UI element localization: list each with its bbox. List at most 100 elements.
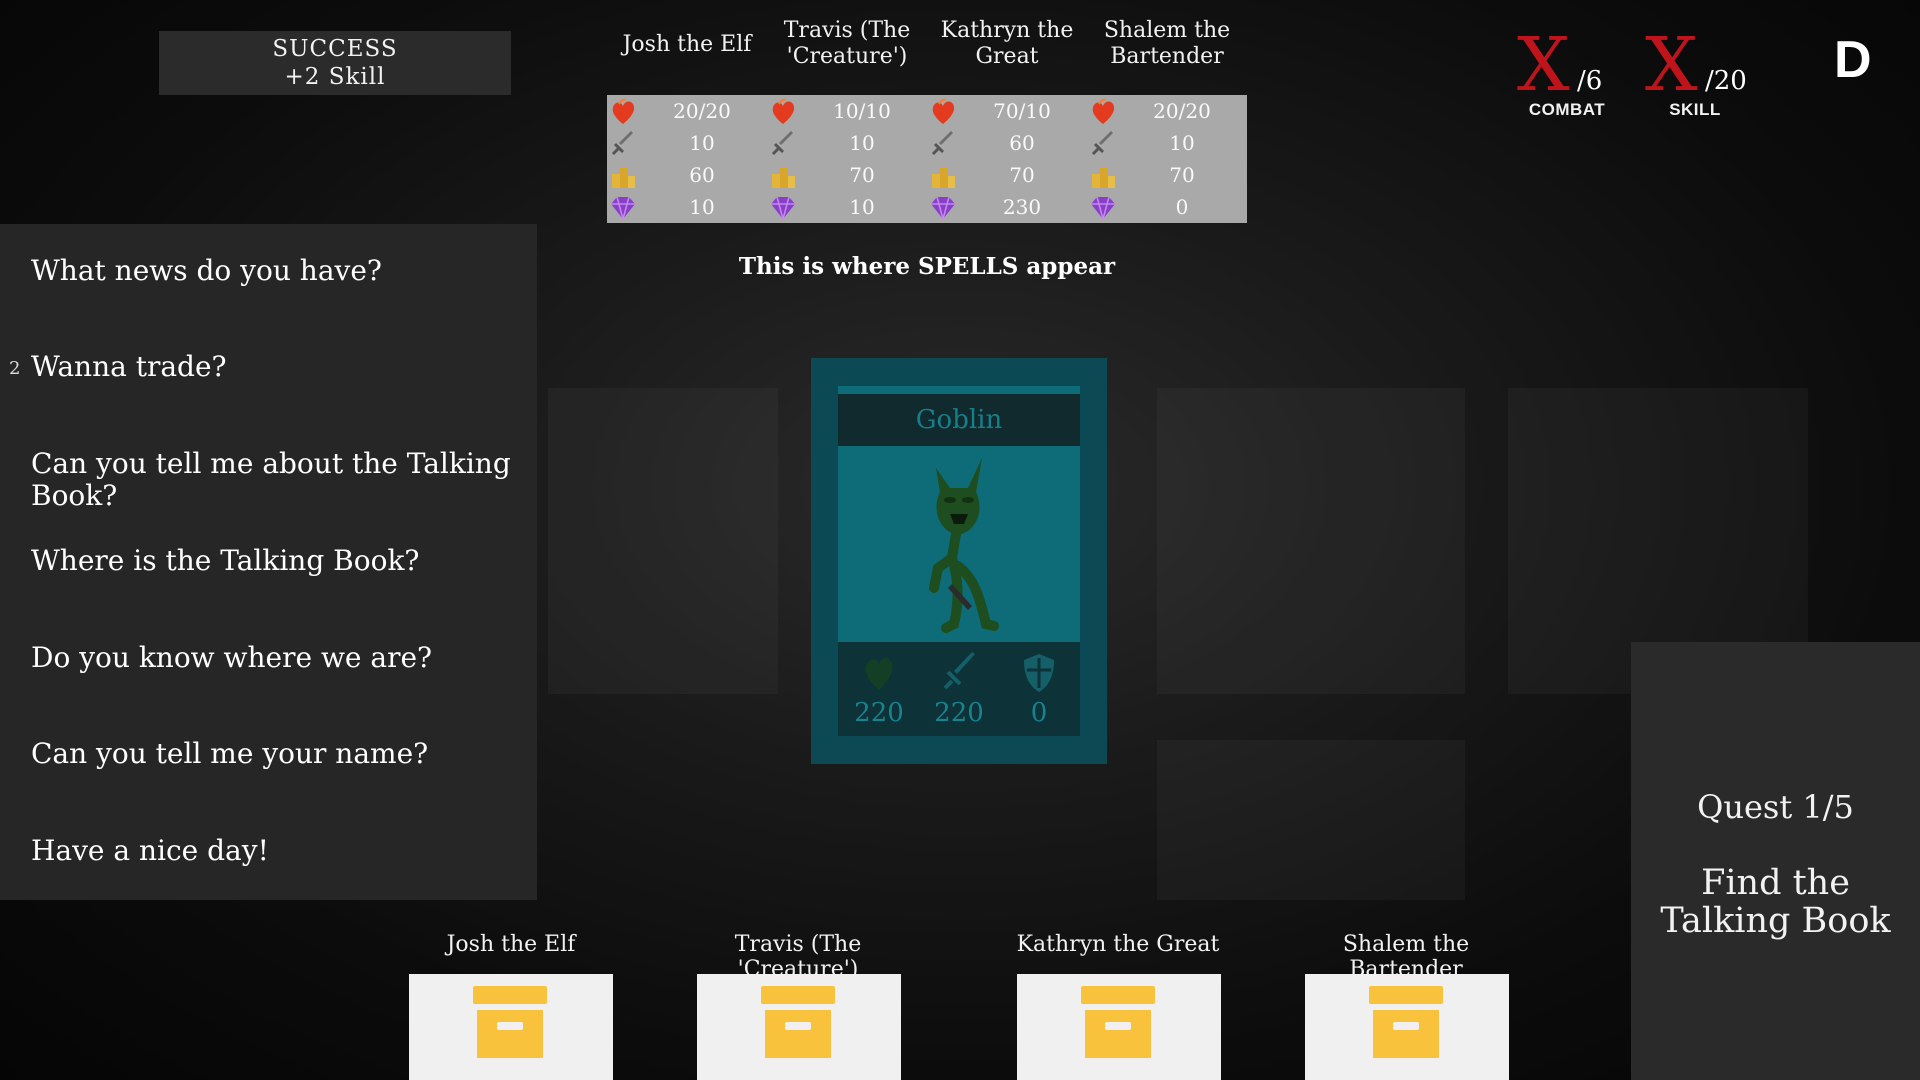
gem-row: 10 xyxy=(767,191,927,223)
skill-label: SKILL xyxy=(1669,100,1721,119)
dialogue-option[interactable]: Wanna trade? xyxy=(31,351,511,383)
dialogue-option[interactable]: Can you tell me your name? xyxy=(31,738,511,770)
party-stats-panel: 20/20 10 60 10 10/10 10 70 10 70/10 60 7… xyxy=(607,95,1247,223)
gold-value: 70 xyxy=(1009,163,1035,187)
inventory-label-josh: Josh the Elf xyxy=(446,932,576,957)
gem-icon xyxy=(931,196,955,222)
gem-row: 10 xyxy=(607,191,767,223)
archive-box-icon xyxy=(1369,986,1443,1058)
health-row: 70/10 xyxy=(927,95,1087,127)
difficulty-indicator: D xyxy=(1834,31,1872,89)
inventory-label-kathryn: Kathryn the Great xyxy=(1016,932,1220,957)
inventory-box-josh[interactable] xyxy=(409,974,613,1080)
background-tile xyxy=(548,388,778,694)
spells-placeholder: This is where SPELLS appear xyxy=(738,253,1116,280)
gem-icon xyxy=(771,196,795,222)
result-detail: +2 Skill xyxy=(284,64,386,90)
heart-icon xyxy=(612,98,635,124)
heart-icon xyxy=(932,98,955,124)
gold-value: 70 xyxy=(849,163,875,187)
attack-value: 60 xyxy=(1009,131,1035,155)
result-box: SUCCESS +2 Skill xyxy=(159,31,511,95)
sword-icon xyxy=(943,652,975,690)
party-names: Josh the Elf Travis (The 'Creature') Kat… xyxy=(597,18,1247,78)
enemy-card-inner: Goblin 220 220 0 xyxy=(838,386,1080,736)
health-value: 20/20 xyxy=(673,99,731,123)
party-stats-kathryn: 70/10 60 70 230 xyxy=(927,95,1087,223)
attack-value: 10 xyxy=(689,131,715,155)
gold-row: 70 xyxy=(927,159,1087,191)
archive-box-icon xyxy=(473,986,547,1058)
heart-icon xyxy=(1092,98,1115,124)
gold-coins-icon xyxy=(1092,168,1115,188)
gem-row: 0 xyxy=(1087,191,1247,223)
enemy-health-value: 220 xyxy=(854,698,904,728)
party-name-kathryn: Kathryn the Great xyxy=(940,18,1074,69)
enemy-health-stat: 220 xyxy=(839,642,919,736)
heart-icon xyxy=(772,98,795,124)
gold-value: 70 xyxy=(1169,163,1195,187)
selected-option-number: 2 xyxy=(9,358,21,379)
result-title: SUCCESS xyxy=(272,36,398,62)
party-stats-josh: 20/20 10 60 10 xyxy=(607,95,767,223)
dialogue-option[interactable]: Do you know where we are? xyxy=(31,642,511,674)
health-row: 20/20 xyxy=(1087,95,1247,127)
gem-icon xyxy=(611,196,635,222)
combat-max: /6 xyxy=(1577,66,1603,96)
goblin-portrait xyxy=(929,458,999,633)
gold-coins-icon xyxy=(612,168,635,188)
shield-icon xyxy=(1024,654,1054,692)
enemy-name: Goblin xyxy=(838,394,1080,446)
background-tile xyxy=(1157,388,1465,694)
combat-mark: X xyxy=(1517,22,1570,108)
gold-value: 60 xyxy=(689,163,715,187)
gem-value: 0 xyxy=(1175,195,1189,219)
health-value: 20/20 xyxy=(1153,99,1211,123)
dialogue-option[interactable]: Can you tell me about the Talking Book? xyxy=(31,448,511,512)
attack-row: 10 xyxy=(767,127,927,159)
gem-row: 230 xyxy=(927,191,1087,223)
sword-icon xyxy=(611,131,633,156)
enemy-card[interactable]: Goblin 220 220 0 xyxy=(811,358,1107,764)
gem-icon xyxy=(1091,196,1115,222)
attack-row: 60 xyxy=(927,127,1087,159)
heart-icon xyxy=(865,658,893,690)
party-stats-travis: 10/10 10 70 10 xyxy=(767,95,927,223)
attack-value: 10 xyxy=(1169,131,1195,155)
party-name-travis: Travis (The 'Creature') xyxy=(783,18,911,69)
quest-panel: Quest 1/5 Find the Talking Book xyxy=(1631,642,1920,1080)
dialogue-option[interactable]: What news do you have? xyxy=(31,255,511,287)
party-name-shalem: Shalem the Bartender xyxy=(1103,18,1231,69)
party-stats-shalem: 20/20 10 70 0 xyxy=(1087,95,1247,223)
party-name-josh: Josh the Elf xyxy=(622,32,752,57)
quest-description: Find the Talking Book xyxy=(1660,863,1891,941)
gold-coins-icon xyxy=(932,168,955,188)
enemy-attack-stat: 220 xyxy=(919,642,999,736)
gold-row: 70 xyxy=(1087,159,1247,191)
skill-mark: X xyxy=(1645,22,1698,108)
dialogue-option[interactable]: Where is the Talking Book? xyxy=(31,545,511,577)
health-row: 20/20 xyxy=(607,95,767,127)
quest-count: Quest 1/5 xyxy=(1697,788,1854,826)
sword-icon xyxy=(771,131,793,156)
inventory-box-kathryn[interactable] xyxy=(1017,974,1221,1080)
archive-box-icon xyxy=(761,986,835,1058)
archive-box-icon xyxy=(1081,986,1155,1058)
combat-label: COMBAT xyxy=(1528,100,1606,119)
health-value: 10/10 xyxy=(833,99,891,123)
skill-max: /20 xyxy=(1705,66,1747,96)
attack-row: 10 xyxy=(1087,127,1247,159)
inventory-box-travis[interactable] xyxy=(697,974,901,1080)
background-tile xyxy=(1157,740,1465,900)
attack-row: 10 xyxy=(607,127,767,159)
gem-value: 10 xyxy=(689,195,715,219)
health-value: 70/10 xyxy=(993,99,1051,123)
enemy-stats: 220 220 0 xyxy=(838,642,1080,736)
inventory-box-shalem[interactable] xyxy=(1305,974,1509,1080)
gold-coins-icon xyxy=(772,168,795,188)
skill-counter: X /20 SKILL xyxy=(1635,22,1755,130)
gold-row: 70 xyxy=(767,159,927,191)
dialogue-option[interactable]: Have a nice day! xyxy=(31,835,511,867)
health-row: 10/10 xyxy=(767,95,927,127)
gold-row: 60 xyxy=(607,159,767,191)
